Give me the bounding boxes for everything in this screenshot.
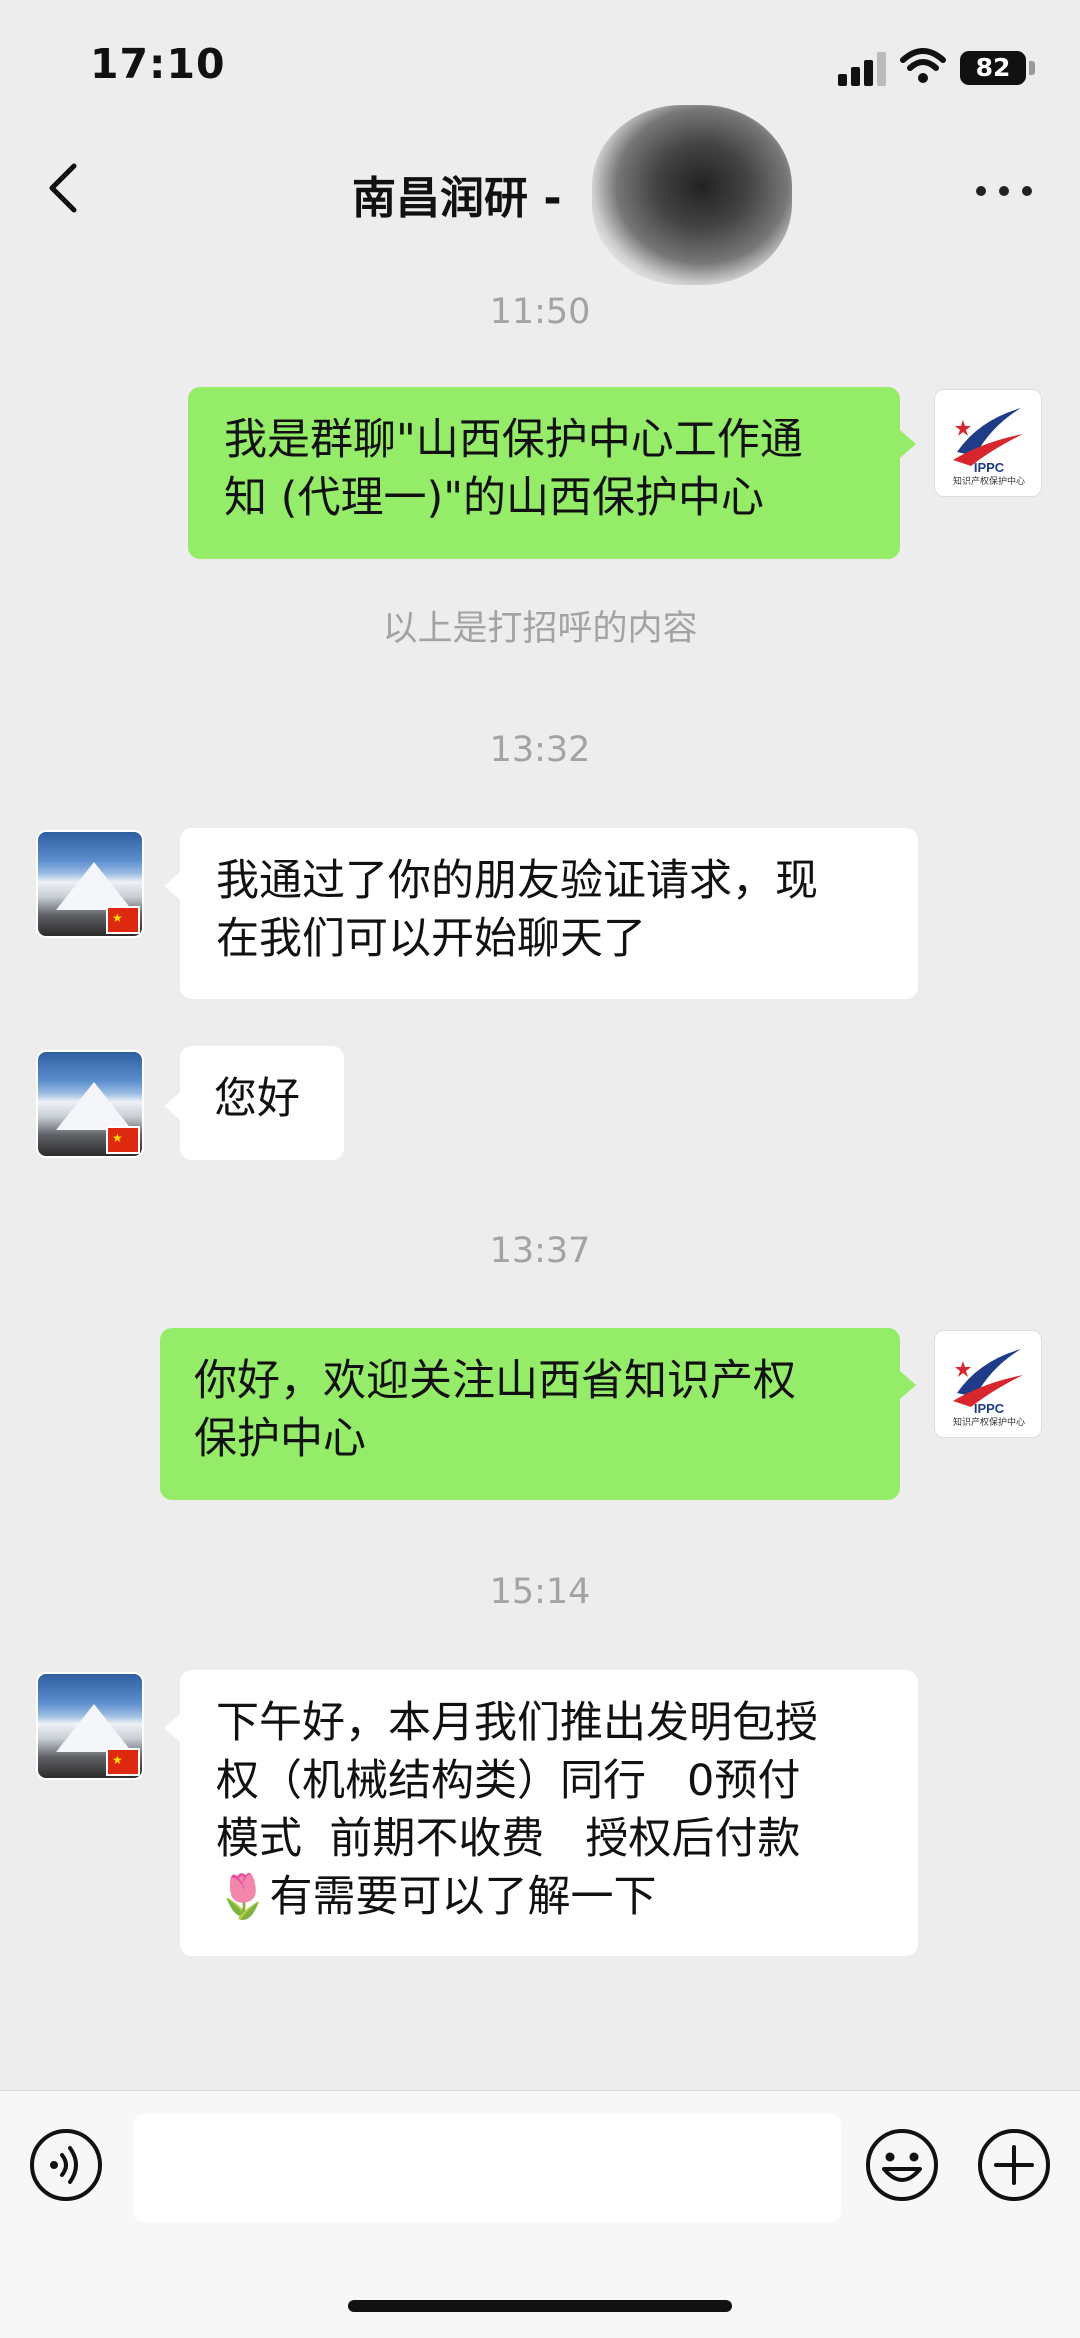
plus-icon[interactable] <box>976 2127 1052 2203</box>
ippc-abbr: IPPC <box>974 460 1005 475</box>
avatar-me[interactable]: IPPC 知识产权保护中心 <box>934 1330 1042 1438</box>
message-bubble-contact[interactable]: 我通过了你的朋友验证请求，现 在我们可以开始聊天了 <box>180 828 918 999</box>
china-flag-icon: ★ <box>106 906 140 934</box>
bubble-tail <box>900 430 916 458</box>
message-line: 保护中心 <box>194 1414 366 1464</box>
china-flag-icon: ★ <box>106 1748 140 1776</box>
chat-title: 南昌润研 - <box>352 173 562 224</box>
wifi-icon <box>900 48 946 83</box>
message-input[interactable] <box>133 2113 841 2223</box>
message-bubble-contact[interactable]: 您好 <box>180 1046 344 1160</box>
timestamp: 11:50 <box>489 292 591 332</box>
avatar-contact[interactable]: ★ <box>36 1672 144 1780</box>
message-line: 在我们可以开始聊天了 <box>216 914 646 964</box>
message-line: 知 (代理一)"的山西保护中心 <box>224 473 764 523</box>
status-time: 17:10 <box>90 40 226 88</box>
emoji-icon[interactable] <box>864 2127 940 2203</box>
message-bubble-me[interactable]: 你好，欢迎关注山西省知识产权 保护中心 <box>160 1328 900 1500</box>
ippc-logo: IPPC 知识产权保护中心 <box>953 408 1025 487</box>
ippc-cn: 知识产权保护中心 <box>953 475 1025 487</box>
timestamp: 13:32 <box>489 730 591 770</box>
avatar-contact[interactable]: ★ <box>36 1050 144 1158</box>
battery-tip <box>1029 61 1035 75</box>
battery-indicator: 82 <box>960 51 1026 85</box>
bubble-tail <box>900 1371 916 1399</box>
message-line: 下午好，本月我们推出发明包授 <box>216 1698 818 1748</box>
bubble-tail <box>164 872 180 900</box>
voice-icon[interactable] <box>28 2127 104 2203</box>
home-indicator <box>348 2300 732 2312</box>
china-flag-icon: ★ <box>106 1126 140 1154</box>
avatar-contact[interactable]: ★ <box>36 830 144 938</box>
bubble-tail <box>164 1092 180 1120</box>
message-line: 🌷有需要可以了解一下 <box>216 1872 657 1922</box>
ippc-abbr: IPPC <box>974 1401 1005 1416</box>
avatar-me[interactable]: IPPC 知识产权保护中心 <box>934 389 1042 497</box>
bubble-tail <box>164 1714 180 1742</box>
message-line: 我是群聊"山西保护中心工作通 <box>224 415 803 465</box>
chat-header: 南昌润研 - <box>0 105 1080 285</box>
message-line: 模式 前期不收费 授权后付款 <box>216 1814 801 1864</box>
timestamp: 13:37 <box>489 1231 591 1271</box>
message-line: 你好，欢迎关注山西省知识产权 <box>194 1356 796 1406</box>
status-bar: 17:10 82 <box>0 0 1080 140</box>
message-bubble-me[interactable]: 我是群聊"山西保护中心工作通 知 (代理一)"的山西保护中心 <box>188 387 900 559</box>
ippc-logo: IPPC 知识产权保护中心 <box>953 1349 1025 1428</box>
more-dots-icon[interactable] <box>972 170 1036 210</box>
mountain-graphic <box>56 862 132 910</box>
message-bubble-contact[interactable]: 下午好，本月我们推出发明包授 权（机械结构类）同行 0预付 模式 前期不收费 授… <box>180 1670 918 1956</box>
signal-icon <box>838 52 886 86</box>
message-line: 我通过了你的朋友验证请求，现 <box>216 856 818 906</box>
chevron-left-icon[interactable] <box>36 158 96 218</box>
ippc-cn: 知识产权保护中心 <box>953 1416 1025 1428</box>
system-note: 以上是打招呼的内容 <box>382 609 698 649</box>
message-line: 权（机械结构类）同行 0预付 <box>216 1756 801 1806</box>
timestamp: 15:14 <box>489 1572 591 1612</box>
message-line: 您好 <box>214 1074 300 1124</box>
mountain-graphic <box>56 1704 132 1752</box>
redacted-area <box>592 105 792 285</box>
mountain-graphic <box>56 1082 132 1130</box>
